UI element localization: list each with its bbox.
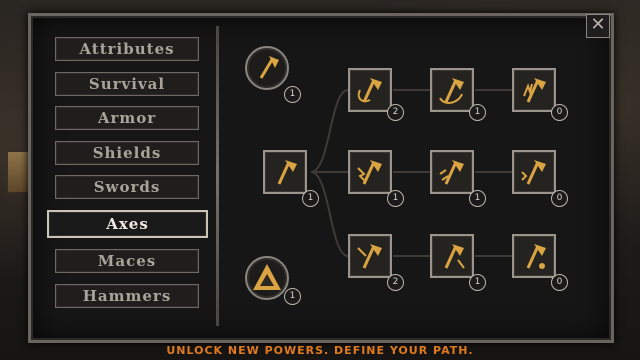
axe-burst-icon: [521, 160, 546, 185]
axe-flame-icon: [523, 78, 546, 103]
level-badge: 2: [387, 274, 404, 291]
skill-node-spark[interactable]: [430, 150, 474, 194]
skill-node-crescent[interactable]: [430, 68, 474, 112]
axe-rank-node[interactable]: [245, 256, 289, 300]
skill-node-root[interactable]: [263, 150, 307, 194]
skill-node-lightning[interactable]: [348, 150, 392, 194]
axe-strike-icon: [444, 244, 465, 269]
triangle-rank-icon: [253, 264, 281, 290]
level-badge: 1: [469, 104, 486, 121]
axe-cross-icon: [357, 244, 382, 269]
tagline: UNLOCK NEW POWERS. DEFINE YOUR PATH.: [166, 344, 474, 357]
level-badge: 1: [284, 86, 301, 103]
axe-crescent-icon: [439, 78, 464, 104]
axe-spark-icon: [439, 160, 464, 185]
level-badge: 1: [469, 190, 486, 207]
level-badge: 0: [551, 104, 568, 121]
skill-node-strike[interactable]: [430, 234, 474, 278]
axe-mastery-node[interactable]: [245, 46, 289, 90]
level-badge: 1: [284, 288, 301, 305]
level-badge: 0: [551, 190, 568, 207]
axe-hook-icon: [357, 78, 382, 103]
axe-icon: [277, 160, 297, 185]
skill-node-drop[interactable]: [512, 234, 556, 278]
axe-icon: [259, 56, 279, 79]
level-badge: 1: [302, 190, 319, 207]
axe-lightning-icon: [357, 160, 382, 185]
level-badge: 1: [387, 190, 404, 207]
level-badge: 0: [551, 274, 568, 291]
level-badge: 2: [387, 104, 404, 121]
skill-node-burst[interactable]: [512, 150, 556, 194]
axe-drop-icon: [526, 244, 546, 269]
skill-node-hook[interactable]: [348, 68, 392, 112]
skill-node-cross[interactable]: [348, 234, 392, 278]
skill-node-flame[interactable]: [512, 68, 556, 112]
level-badge: 1: [469, 274, 486, 291]
